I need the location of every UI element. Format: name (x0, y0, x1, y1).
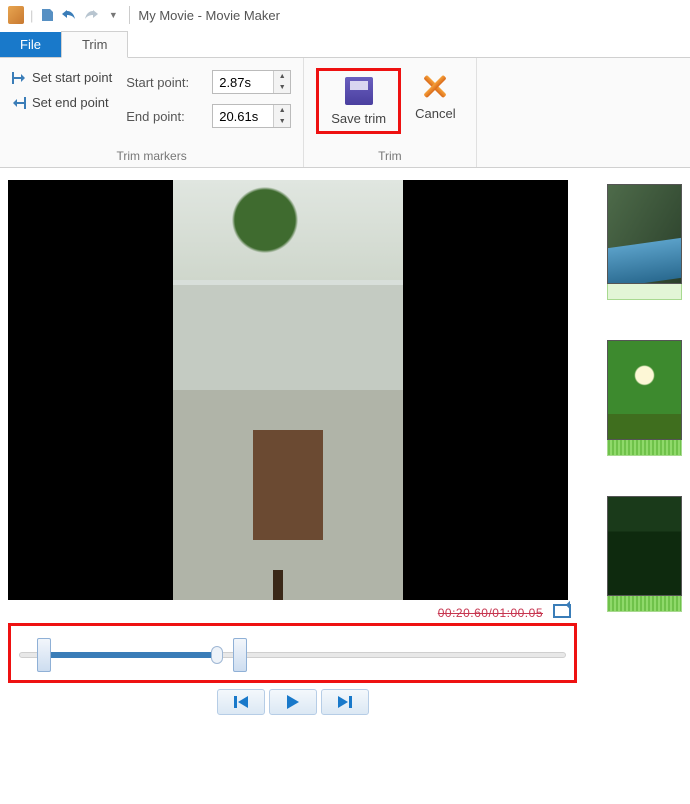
set-end-point-button[interactable]: Set end point (12, 95, 112, 110)
qat-dropdown-icon[interactable]: ▼ (105, 7, 121, 23)
start-point-label: Start point: (126, 75, 204, 90)
video-preview[interactable] (8, 180, 568, 600)
tab-file[interactable]: File (0, 32, 61, 57)
title-bar: | ▼ My Movie - Movie Maker (0, 0, 690, 30)
save-trim-icon (343, 75, 375, 107)
end-point-spinner[interactable]: ▲ ▼ (212, 104, 291, 128)
tab-trim[interactable]: Trim (61, 31, 129, 58)
clip-thumbnail[interactable] (607, 340, 682, 456)
set-start-label: Set start point (32, 70, 112, 85)
trim-slider[interactable] (19, 636, 566, 672)
cancel-icon (419, 70, 451, 102)
clip-image (607, 496, 682, 596)
play-button[interactable] (269, 689, 317, 715)
clip-thumbnail[interactable] (607, 184, 682, 300)
clip-image (607, 340, 682, 440)
group-label-trim: Trim (316, 149, 463, 163)
slider-fill (41, 652, 221, 658)
preview-panel: 00:20.60/01:00.05 (8, 180, 577, 715)
prev-frame-button[interactable] (217, 689, 265, 715)
ribbon-tabs: File Trim (0, 30, 690, 58)
quick-access-toolbar: | ▼ (8, 7, 121, 23)
end-point-input[interactable] (213, 107, 273, 126)
highlight-save-trim: Save trim (316, 68, 401, 134)
save-trim-button[interactable]: Save trim (323, 73, 394, 129)
divider (129, 6, 130, 24)
timestamp: 00:20.60/01:00.05 (438, 606, 543, 620)
storyboard (607, 180, 682, 715)
end-point-up[interactable]: ▲ (274, 105, 290, 116)
ribbon: Set start point Set end point Start poin… (0, 58, 690, 168)
start-point-up[interactable]: ▲ (274, 71, 290, 82)
video-frame-image (173, 180, 403, 600)
end-point-label: End point: (126, 109, 204, 124)
clip-audio-strip (607, 440, 682, 456)
group-label-markers: Trim markers (12, 149, 291, 163)
next-frame-button[interactable] (321, 689, 369, 715)
window-title: My Movie - Movie Maker (138, 8, 280, 23)
cancel-button[interactable]: Cancel (407, 68, 463, 124)
end-point-down[interactable]: ▼ (274, 116, 290, 127)
app-icon (8, 7, 24, 23)
highlight-trim-slider (8, 623, 577, 683)
redo-icon[interactable] (83, 7, 99, 23)
clip-audio-strip (607, 284, 682, 300)
trim-start-handle[interactable] (37, 638, 51, 672)
start-point-icon (12, 72, 26, 84)
cancel-label: Cancel (415, 106, 455, 122)
clip-image (607, 184, 682, 284)
fullscreen-icon[interactable] (553, 604, 571, 621)
set-end-label: Set end point (32, 95, 109, 110)
group-trim-markers: Set start point Set end point Start poin… (0, 58, 304, 167)
start-point-input[interactable] (213, 73, 273, 92)
playhead-handle[interactable] (211, 646, 223, 664)
transport-controls (8, 689, 577, 715)
trim-end-handle[interactable] (233, 638, 247, 672)
workspace: 00:20.60/01:00.05 (0, 168, 690, 727)
undo-icon[interactable] (61, 7, 77, 23)
save-trim-label: Save trim (331, 111, 386, 127)
separator: | (30, 8, 33, 23)
clip-thumbnail[interactable] (607, 496, 682, 612)
end-point-icon (12, 97, 26, 109)
start-point-spinner[interactable]: ▲ ▼ (212, 70, 291, 94)
start-point-down[interactable]: ▼ (274, 82, 290, 93)
set-start-point-button[interactable]: Set start point (12, 70, 112, 85)
clip-audio-strip (607, 596, 682, 612)
save-icon[interactable] (39, 7, 55, 23)
group-trim: Save trim Cancel Trim (304, 58, 476, 167)
